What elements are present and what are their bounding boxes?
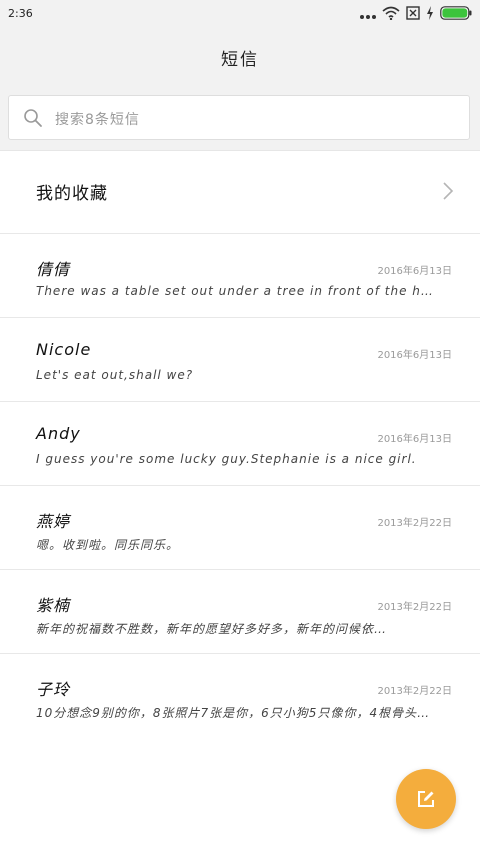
favorites-label: 我的收藏 <box>36 184 108 204</box>
contact-name: 子玲 <box>36 680 71 699</box>
message-preview: Let's eat out,shall we? <box>36 368 194 382</box>
search-input[interactable]: 搜索8条短信 <box>8 95 470 140</box>
status-icons <box>360 4 472 24</box>
message-date: 2013年2月22日 <box>377 602 452 613</box>
message-item[interactable]: 倩倩 2016年6月13日 There was a table set out … <box>0 234 480 318</box>
charging-icon <box>426 5 434 24</box>
message-preview: I guess you're some lucky guy.Stephanie … <box>36 452 417 466</box>
message-preview: 嗯。收到啦。同乐同乐。 <box>36 538 180 552</box>
contact-name: Andy <box>36 424 81 443</box>
wifi-icon <box>382 5 400 24</box>
contact-name: 燕婷 <box>36 512 71 531</box>
page-title-bar: 短信 <box>0 28 480 86</box>
favorites-row[interactable]: 我的收藏 <box>0 151 480 234</box>
message-date: 2013年2月22日 <box>377 686 452 697</box>
chevron-right-icon <box>442 181 454 201</box>
no-sim-icon <box>406 5 420 24</box>
message-date: 2016年6月13日 <box>377 434 452 445</box>
contact-name: 倩倩 <box>36 260 71 279</box>
more-dots-icon <box>360 5 376 24</box>
message-item[interactable]: 紫楠 2013年2月22日 新年的祝福数不胜数，新年的愿望好多好多，新年的问候依… <box>0 570 480 654</box>
message-date: 2013年2月22日 <box>377 518 452 529</box>
message-item[interactable]: 燕婷 2013年2月22日 嗯。收到啦。同乐同乐。 <box>0 486 480 570</box>
message-item[interactable]: Andy 2016年6月13日 I guess you're some luck… <box>0 402 480 486</box>
search-icon <box>23 108 43 128</box>
message-date: 2016年6月13日 <box>377 350 452 361</box>
status-time: 2:36 <box>8 7 33 20</box>
compose-button[interactable] <box>396 769 456 829</box>
contact-name: 紫楠 <box>36 596 71 615</box>
battery-icon <box>440 5 472 24</box>
message-preview: 10分想念9别的你，8张照片7张是你，6只小狗5只像你，4根骨头… <box>36 706 431 720</box>
message-list: 倩倩 2016年6月13日 There was a table set out … <box>0 234 480 738</box>
page-title: 短信 <box>221 49 259 70</box>
message-preview: There was a table set out under a tree i… <box>36 284 434 298</box>
message-date: 2016年6月13日 <box>377 266 452 277</box>
search-area: 搜索8条短信 <box>0 86 480 151</box>
search-placeholder: 搜索8条短信 <box>55 112 140 128</box>
status-bar: 2:36 <box>0 0 480 28</box>
message-item[interactable]: 子玲 2013年2月22日 10分想念9别的你，8张照片7张是你，6只小狗5只像… <box>0 654 480 738</box>
contact-name: Nicole <box>36 340 92 359</box>
message-preview: 新年的祝福数不胜数，新年的愿望好多好多，新年的问候依… <box>36 622 388 636</box>
message-item[interactable]: Nicole 2016年6月13日 Let's eat out,shall we… <box>0 318 480 402</box>
